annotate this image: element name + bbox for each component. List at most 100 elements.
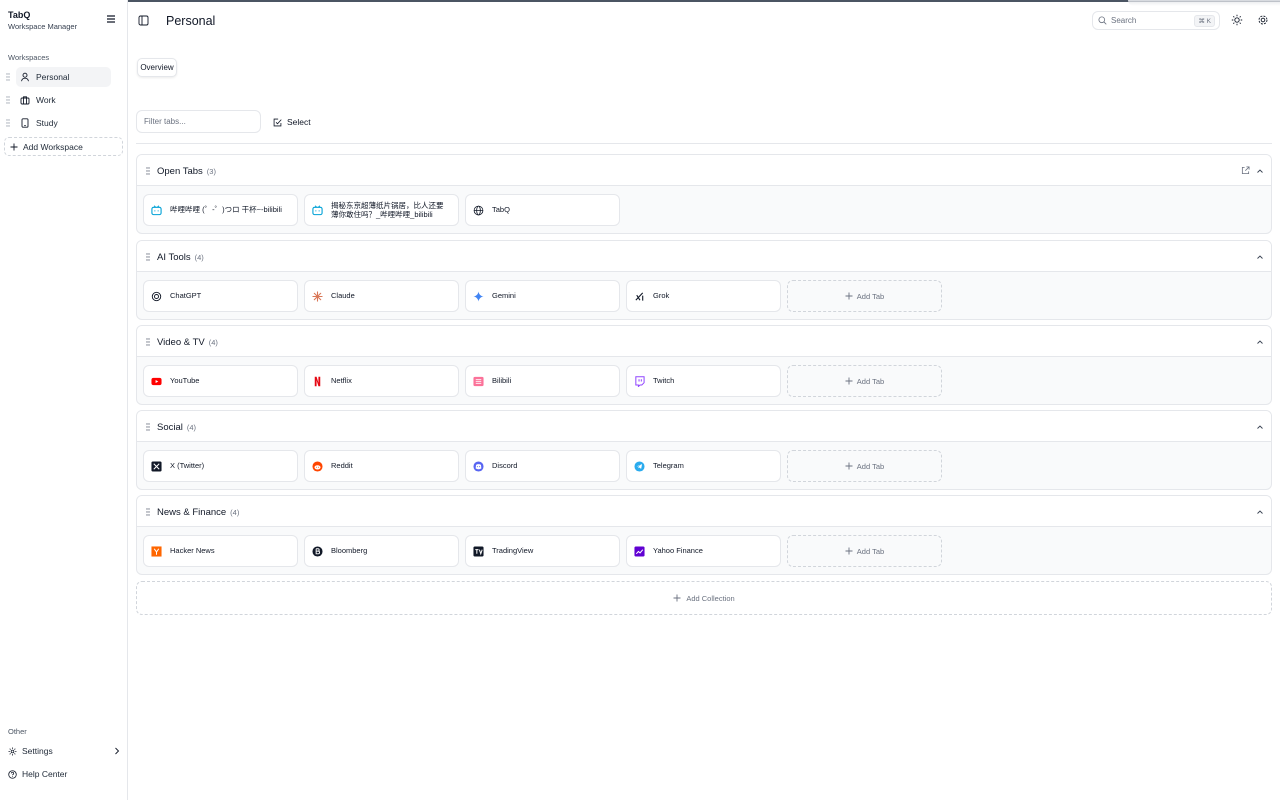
yahoo-finance-icon (634, 545, 645, 557)
filter-tabs-input[interactable] (136, 110, 261, 133)
globe-icon (473, 205, 484, 216)
tab-card[interactable]: TabQ (465, 194, 620, 226)
sidebar-toggle-icon[interactable] (138, 15, 149, 26)
collection-header[interactable]: News & Finance (4) (137, 496, 1271, 527)
add-tab-button[interactable]: Add Tab (787, 535, 942, 567)
settings-item[interactable]: Settings (8, 743, 120, 759)
tab-list: X (Twitter) Reddit Discord Telegram Add … (143, 450, 942, 482)
tablet-icon (20, 118, 30, 128)
tab-card[interactable]: Yahoo Finance (626, 535, 781, 567)
tab-title: 哔哩哔哩 (゜-゜)つロ 干杯~-bilibili (170, 205, 282, 215)
search-box[interactable]: Search ⌘ K (1092, 11, 1220, 30)
sidebar-item-personal[interactable]: Personal (16, 67, 111, 87)
add-tab-button[interactable]: Add Tab (787, 280, 942, 312)
drag-handle-icon[interactable] (146, 508, 150, 516)
help-center-label: Help Center (22, 769, 68, 779)
chevron-up-icon[interactable] (1256, 338, 1264, 346)
netflix-icon (312, 376, 323, 387)
drag-handle-icon[interactable] (146, 338, 150, 346)
drag-handle-icon[interactable] (146, 167, 150, 175)
tab-title: ChatGPT (170, 291, 202, 301)
collection-count: (3) (206, 167, 216, 176)
tab-title: Grok (653, 291, 670, 301)
chevron-up-icon[interactable] (1256, 423, 1264, 431)
collection-header[interactable]: AI Tools (4) (137, 241, 1271, 272)
search-placeholder: Search (1111, 16, 1137, 25)
plus-icon (845, 292, 853, 300)
chevron-up-icon[interactable] (1256, 253, 1264, 261)
tab-card[interactable]: Netflix (304, 365, 459, 397)
drag-handle-icon[interactable] (6, 96, 10, 104)
sidebar-item-label: Personal (36, 72, 70, 82)
tab-title: 揭秘东京超薄纸片锅居，比人还要薄你敢住吗？_哔哩哔哩_bilibili (331, 200, 444, 219)
tab-card[interactable]: 揭秘东京超薄纸片锅居，比人还要薄你敢住吗？_哔哩哔哩_bilibili (304, 194, 459, 226)
add-tab-button[interactable]: Add Tab (787, 365, 942, 397)
tab-card[interactable]: TradingView (465, 535, 620, 567)
tab-card[interactable]: Discord (465, 450, 620, 482)
divider (136, 143, 1272, 144)
discord-icon (473, 460, 484, 472)
sidebar-item-study[interactable]: Study (16, 113, 111, 133)
collection-count: (4) (230, 508, 240, 517)
bilibili-tv-icon (312, 204, 323, 216)
tab-card[interactable]: Grok (626, 280, 781, 312)
tab-card[interactable]: YouTube (143, 365, 298, 397)
gear-icon (8, 747, 17, 756)
select-button[interactable]: Select (273, 115, 311, 129)
plus-icon (673, 594, 681, 602)
collection-header[interactable]: Social (4) (137, 411, 1271, 442)
add-collection-label: Add Collection (686, 593, 735, 603)
briefcase-icon (20, 95, 30, 105)
telegram-icon (634, 460, 645, 472)
add-collection-button[interactable]: Add Collection (136, 581, 1272, 615)
tab-overview[interactable]: Overview (137, 58, 177, 77)
plus-icon (845, 547, 853, 555)
tab-list: YouTube Netflix Bilibili Twitch Add Tab (143, 365, 942, 397)
collection-count: (4) (194, 253, 204, 262)
tab-card[interactable]: Twitch (626, 365, 781, 397)
add-tab-button[interactable]: Add Tab (787, 450, 942, 482)
tab-list: ChatGPT Claude Gemini Grok Add Tab (143, 280, 942, 312)
gear-icon[interactable] (1257, 14, 1269, 26)
tab-card[interactable]: ChatGPT (143, 280, 298, 312)
sidebar-item-label: Work (36, 95, 56, 105)
tab-card[interactable]: Telegram (626, 450, 781, 482)
drag-handle-icon[interactable] (146, 253, 150, 261)
bilibili-tv-icon (151, 204, 162, 216)
tab-title: Bloomberg (331, 546, 368, 556)
collection-header[interactable]: Video & TV (4) (137, 326, 1271, 357)
help-circle-icon (8, 769, 17, 779)
menu-icon[interactable] (106, 14, 116, 24)
help-center-item[interactable]: Help Center (8, 766, 120, 782)
tab-card[interactable]: Gemini (465, 280, 620, 312)
tab-card[interactable]: 哔哩哔哩 (゜-゜)つロ 干杯~-bilibili (143, 194, 298, 226)
tab-title: Telegram (653, 461, 684, 471)
sidebar-item-work[interactable]: Work (16, 90, 111, 110)
search-shortcut: ⌘ K (1194, 14, 1215, 27)
tab-card[interactable]: Claude (304, 280, 459, 312)
page-title: Personal (166, 14, 216, 28)
external-link-icon[interactable] (1241, 166, 1250, 175)
drag-handle-icon[interactable] (6, 73, 10, 81)
chevron-up-icon[interactable] (1256, 167, 1264, 175)
tab-card[interactable]: Reddit (304, 450, 459, 482)
claude-icon (312, 290, 323, 302)
tab-title: X (Twitter) (170, 461, 205, 471)
checkbox-edit-icon (273, 118, 282, 127)
add-workspace-button[interactable]: Add Workspace (4, 137, 123, 156)
app-subtitle: Workspace Manager (8, 22, 78, 31)
chevron-up-icon[interactable] (1256, 508, 1264, 516)
tab-card[interactable]: X (Twitter) (143, 450, 298, 482)
collection-header[interactable]: Open Tabs (3) (137, 155, 1271, 186)
theme-toggle-icon[interactable] (1231, 14, 1243, 26)
grok-icon (634, 291, 645, 302)
tab-card[interactable]: Bloomberg (304, 535, 459, 567)
drag-handle-icon[interactable] (6, 119, 10, 127)
tab-title: Yahoo Finance (653, 546, 703, 556)
overlay-edge (1128, 0, 1280, 6)
tab-card[interactable]: Hacker News (143, 535, 298, 567)
tab-card[interactable]: Bilibili (465, 365, 620, 397)
drag-handle-icon[interactable] (146, 423, 150, 431)
collection-open-tabs: Open Tabs (3) 哔哩哔哩 (゜-゜)つロ 干杯~-bilibili 揭… (136, 154, 1272, 234)
hacker-news-icon (151, 545, 162, 557)
